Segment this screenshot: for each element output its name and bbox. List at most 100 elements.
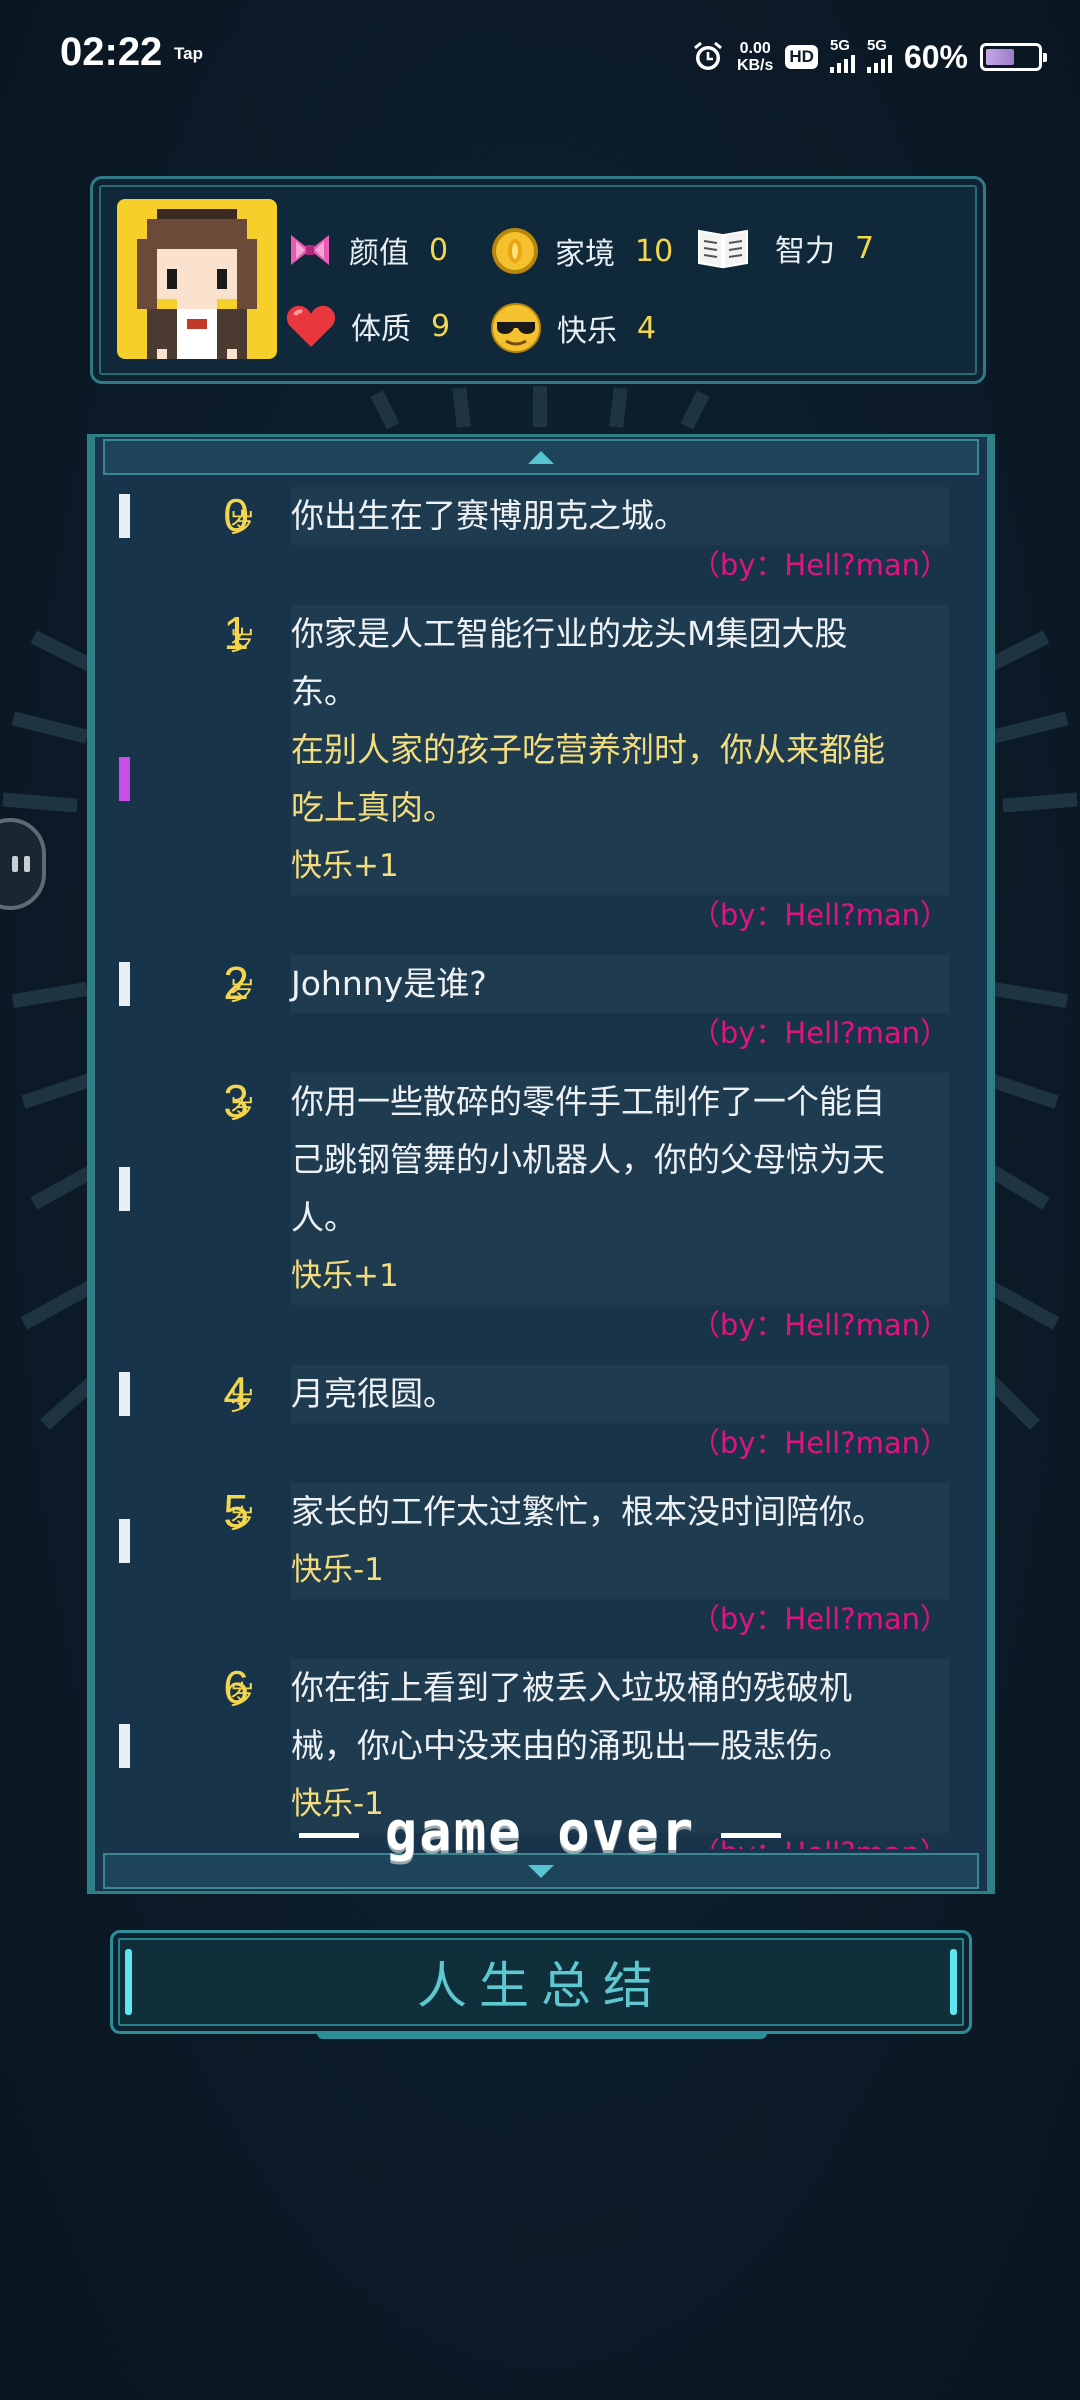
entry-text: 月亮很圆。 <box>291 1365 949 1423</box>
stat-constitution-label: 体质 <box>351 312 411 347</box>
entry-marker <box>119 962 130 1006</box>
entry-effect: 快乐+1 <box>291 1247 949 1305</box>
net-speed-value: 0.00 <box>739 40 771 57</box>
stat-intelligence: 智力 7 <box>695 225 874 271</box>
stat-happiness: 快乐 4 <box>489 301 656 355</box>
entry-extra-text: 吃上真肉。 <box>291 779 949 837</box>
life-log-entry: 0 岁你出生在了赛博朋克之城。 （by：Hell?man） <box>93 487 989 583</box>
entry-text: 东。 <box>291 663 949 721</box>
entry-age-unit: 岁 <box>229 1387 256 1417</box>
entry-body: 你家是人工智能行业的龙头M集团大股 东。 在别人家的孩子吃营养剂时，你从来都能 吃上真… <box>291 605 949 933</box>
game-over-text: game over <box>384 1800 696 1863</box>
entry-text: 人。 <box>291 1189 949 1247</box>
entry-text: 家长的工作太过繁忙，根本没时间陪你。 <box>291 1483 949 1541</box>
signal-icon-2: 5G <box>866 37 892 73</box>
entry-author: （by：Hell?man） <box>690 1308 949 1342</box>
entry-body: 家长的工作太过繁忙，根本没时间陪你。 快乐-1 （by：Hell?man） <box>291 1483 949 1637</box>
heart-icon <box>286 305 336 347</box>
entry-age-unit: 岁 <box>229 977 256 1007</box>
battery-percent: 60% <box>903 38 968 75</box>
stat-family-value: 10 <box>635 233 674 269</box>
entry-age-unit: 岁 <box>229 627 256 657</box>
signal-1-label: 5G <box>829 37 850 54</box>
net-speed-unit: KB/s <box>736 57 774 74</box>
book-icon <box>698 229 748 269</box>
life-summary-button[interactable]: 人生总结 <box>110 1930 972 2039</box>
stat-constitution-value: 9 <box>431 308 451 344</box>
entry-age-unit: 岁 <box>229 1681 256 1711</box>
entry-text: 己跳钢管舞的小机器人，你的父母惊为天 <box>291 1131 949 1189</box>
dash-right <box>721 1832 782 1838</box>
coin-icon <box>492 228 538 274</box>
entry-marker <box>119 1167 130 1211</box>
entry-age-unit: 岁 <box>229 1505 256 1535</box>
life-summary-label: 人生总结 <box>417 1957 665 2015</box>
stat-appearance-label: 颜值 <box>349 236 409 271</box>
status-icons: 0.00 KB/s HD 5G 5G 60% <box>691 34 1047 80</box>
net-speed: 0.00 KB/s <box>737 40 773 74</box>
life-log-entries[interactable]: 0 岁你出生在了赛博朋克之城。 （by：Hell?man） 1 岁你家是人工智能行业的龙… <box>93 487 989 1849</box>
entry-marker <box>119 1519 130 1563</box>
status-time: 02:22 <box>60 30 163 74</box>
button-accent-left <box>125 1949 132 2015</box>
stat-intelligence-label: 智力 <box>775 234 835 269</box>
life-log-entry: 5 岁家长的工作太过繁忙，根本没时间陪你。 快乐-1 （by：Hell?man） <box>93 1483 989 1637</box>
sunglasses-icon <box>491 303 541 353</box>
game-over-banner: game over <box>0 1800 1080 1863</box>
bow-icon <box>291 235 329 265</box>
entry-body: 月亮很圆。 （by：Hell?man） <box>291 1365 949 1461</box>
entry-text: 你出生在了赛博朋克之城。 <box>291 487 949 545</box>
stat-constitution: 体质 9 <box>285 303 450 349</box>
entry-text: 你用一些散碎的零件手工制作了一个能自 <box>291 1073 949 1131</box>
entry-author: （by：Hell?man） <box>690 548 949 582</box>
stat-family: 家境 10 <box>489 225 673 277</box>
life-log-entry: 2 岁 Johnny是谁? （by：Hell?man） <box>93 955 989 1051</box>
entry-age-unit: 岁 <box>229 1095 256 1125</box>
floating-pause-button[interactable] <box>0 818 46 910</box>
entry-author: （by：Hell?man） <box>690 1426 949 1460</box>
entry-author: （by：Hell?man） <box>690 898 949 932</box>
character-avatar <box>117 199 277 359</box>
entry-marker <box>119 757 130 801</box>
entry-author: （by：Hell?man） <box>690 1016 949 1050</box>
button-accent-right <box>950 1949 957 2015</box>
entry-effect: 快乐-1 <box>291 1541 949 1599</box>
entry-extra-text: 在别人家的孩子吃营养剂时，你从来都能 <box>291 721 949 779</box>
status-bar: 02:22 Tap 0.00 KB/s HD 5G 5G 60% <box>0 0 1080 118</box>
entry-marker <box>119 1724 130 1768</box>
entry-effect: 快乐+1 <box>291 837 949 895</box>
pause-icon-bar <box>24 856 30 872</box>
status-tap-label: Tap <box>174 44 203 63</box>
button-tab <box>317 2031 767 2039</box>
entry-age-unit: 岁 <box>229 509 256 539</box>
entry-body: Johnny是谁? （by：Hell?man） <box>291 955 949 1051</box>
entry-body: 你出生在了赛博朋克之城。 （by：Hell?man） <box>291 487 949 583</box>
arrow-down-icon <box>528 1864 554 1878</box>
life-log-entry: 4 岁月亮很圆。 （by：Hell?man） <box>93 1365 989 1461</box>
stat-happiness-label: 快乐 <box>557 314 617 349</box>
stat-intelligence-value: 7 <box>855 230 875 266</box>
life-log-entry: 1 岁你家是人工智能行业的龙头M集团大股 东。 在别人家的孩子吃营养剂时，你从来都能吃… <box>93 605 989 933</box>
signal-icon-1: 5G <box>829 37 855 73</box>
entry-text: 你家是人工智能行业的龙头M集团大股 <box>291 605 949 663</box>
entry-body: 你用一些散碎的零件手工制作了一个能自 己跳钢管舞的小机器人，你的父母惊为天 人。 快乐… <box>291 1073 949 1343</box>
entry-text: 你在街上看到了被丢入垃圾桶的残破机 <box>291 1659 949 1717</box>
entry-marker <box>119 494 130 538</box>
stats-panel: 颜值 0 家境 10 智力 7 体质 9 快乐 4 <box>90 176 986 384</box>
dash-left <box>298 1832 359 1838</box>
battery-icon <box>980 43 1047 71</box>
alarm-icon <box>691 40 725 74</box>
entry-text: 械，你心中没来由的涌现出一股悲伤。 <box>291 1717 949 1775</box>
stat-appearance-value: 0 <box>429 232 449 268</box>
entry-text: Johnny是谁? <box>291 955 949 1013</box>
stat-happiness-value: 4 <box>637 310 657 346</box>
life-log-panel[interactable]: 0 岁你出生在了赛博朋克之城。 （by：Hell?man） 1 岁你家是人工智能行业的龙… <box>87 434 995 1894</box>
hd-icon: HD <box>785 45 818 69</box>
battery-fill <box>986 49 1014 65</box>
entry-marker <box>119 1372 130 1416</box>
stat-family-label: 家境 <box>555 237 615 272</box>
signal-2-label: 5G <box>866 37 887 54</box>
stat-appearance: 颜值 0 <box>285 225 448 275</box>
pause-icon-bar <box>12 856 18 872</box>
scroll-up-button[interactable] <box>103 439 979 475</box>
